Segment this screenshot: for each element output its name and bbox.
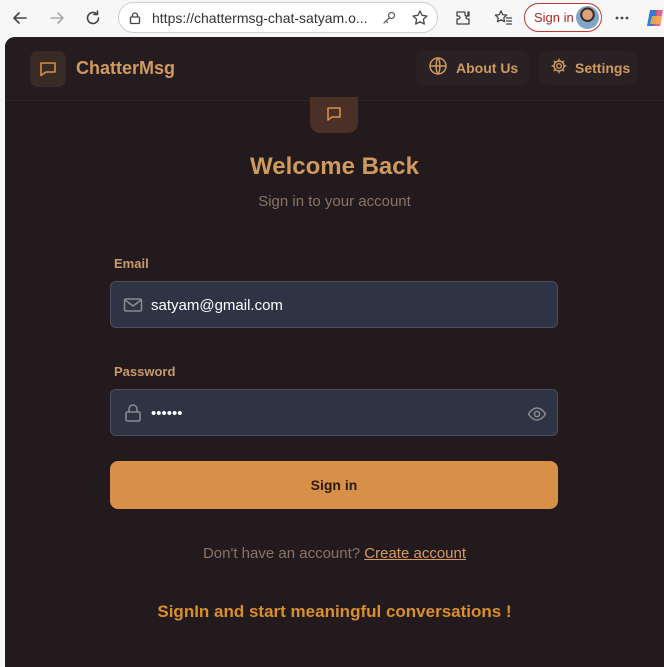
favorites-icon[interactable] [491,5,517,31]
no-account-line: Don't have an account? Create account [5,545,664,562]
about-us-label: About Us [456,60,519,76]
url-text: https://chattermsg-chat-satyam.o... [152,10,368,26]
email-value: satyam@gmail.com [151,297,283,314]
browser-signin-button[interactable]: Sign in [524,3,602,32]
create-account-link[interactable]: Create account [364,545,466,562]
forward-icon[interactable] [44,5,70,31]
eye-icon[interactable] [527,404,547,424]
settings-button[interactable]: Settings [539,51,637,85]
brand-name[interactable]: ChatterMsg [76,58,175,79]
copilot-icon[interactable] [646,5,664,31]
reload-icon[interactable] [80,5,106,31]
avatar [576,6,599,29]
password-lock-icon [123,403,143,423]
app-window: ChatterMsg About Us Settings Welcome Bac… [5,37,664,667]
email-field[interactable]: satyam@gmail.com [110,281,558,328]
password-label: Password [114,364,176,379]
star-icon[interactable] [411,9,429,32]
key-icon[interactable] [381,10,397,31]
lock-icon[interactable] [128,11,142,30]
chat-bubble-icon [30,51,66,87]
app-header: ChatterMsg About Us Settings [5,37,664,101]
more-icon[interactable] [609,5,635,31]
gear-icon [551,58,567,79]
address-bar[interactable]: https://chattermsg-chat-satyam.o... [118,2,438,33]
no-account-text: Don't have an account? [202,545,361,562]
browser-signin-label: Sign in [534,10,574,25]
back-icon[interactable] [7,5,33,31]
password-value: •••••• [151,405,183,422]
sign-in-button[interactable]: Sign in [110,461,558,509]
about-us-button[interactable]: About Us [416,51,529,85]
password-field[interactable]: •••••• [110,389,558,436]
email-label: Email [114,256,149,271]
browser-toolbar: https://chattermsg-chat-satyam.o... Sign… [0,0,664,36]
globe-icon [428,56,448,81]
tagline: SignIn and start meaningful conversation… [157,602,512,621]
page-subtitle: Sign in to your account [258,193,411,210]
extensions-icon[interactable] [450,5,476,31]
page-title: Welcome Back [250,153,419,180]
mail-icon [123,295,143,315]
settings-label: Settings [575,60,631,76]
logo-chat-icon [310,97,358,133]
